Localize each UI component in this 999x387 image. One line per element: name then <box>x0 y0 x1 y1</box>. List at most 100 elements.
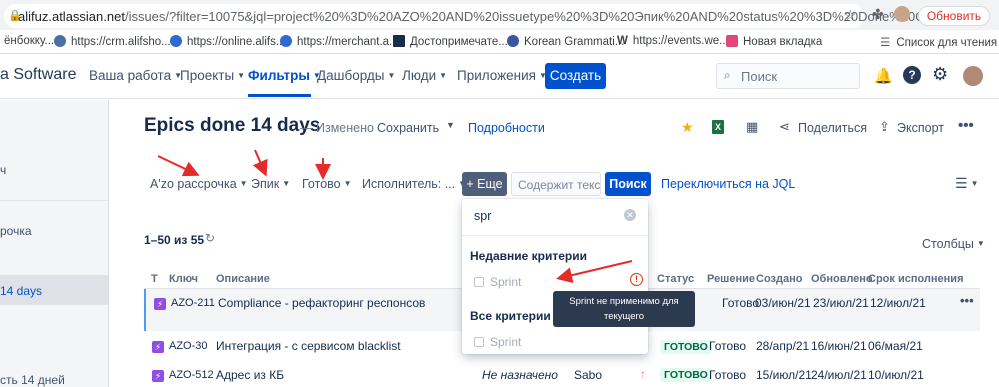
jira-top-nav: a Software Ваша работа ▼ Проекты ▼ Фильтры… <box>0 55 999 99</box>
row-actions-icon[interactable]: ••• <box>960 293 974 308</box>
issue-due: 12/июл/21 <box>870 296 926 310</box>
update-browser-button[interactable]: Обновить <box>918 6 990 26</box>
bookmark-item[interactable]: https://online.alifs... <box>170 35 285 48</box>
site-icon <box>507 35 519 47</box>
table-row[interactable]: ⚡ AZO-512 Адрес из КБ Не назначено Sabo … <box>144 362 980 387</box>
col-header-status[interactable]: Статус <box>657 273 694 285</box>
bookmark-item[interactable]: Whttps://events.we... <box>617 35 729 47</box>
sidebar-item[interactable]: рочка <box>0 224 32 238</box>
more-criteria-button[interactable]: + Еще <box>462 172 507 196</box>
user-avatar[interactable] <box>963 66 983 86</box>
extensions-icon[interactable]: ✤ <box>872 6 884 23</box>
nav-projects[interactable]: Проекты ▼ <box>180 68 245 83</box>
notifications-icon[interactable]: 🔔 <box>874 67 893 85</box>
issue-updated: 23/июл/21 <box>813 296 869 310</box>
issue-assignee: Не назначено <box>482 368 558 382</box>
bookmark-item[interactable]: https://merchant.a... <box>280 35 399 48</box>
filters-sidebar: ч рочка 14 days сть 14 дней <box>0 100 109 387</box>
filter-status[interactable]: Готово ▼ <box>302 177 352 191</box>
bookmark-item[interactable]: ёнбокку... <box>4 35 54 47</box>
issue-summary[interactable]: Адрес из КБ <box>216 368 284 382</box>
globe-icon <box>54 35 66 47</box>
export-icon[interactable]: ⇪ <box>879 119 890 135</box>
profile-avatar[interactable] <box>894 6 910 22</box>
sidebar-item-active[interactable]: 14 days <box>0 284 42 298</box>
nav-dashboards[interactable]: Дашборды ▼ <box>317 68 395 83</box>
issue-summary[interactable]: Интеграция - с сервисом blacklist <box>216 339 401 353</box>
criteria-option-sprint[interactable]: Sprint <box>474 335 521 349</box>
google-sheets-icon[interactable]: ▦ <box>746 119 758 135</box>
issue-resolution: Готово <box>709 368 747 382</box>
nav-apps[interactable]: Приложения ▼ <box>457 68 547 83</box>
col-header-created[interactable]: Создано <box>756 273 802 285</box>
recent-criteria-heading: Недавние критерии <box>470 249 587 263</box>
site-icon <box>170 35 182 47</box>
more-actions-icon[interactable]: ••• <box>958 117 974 134</box>
col-header-type[interactable]: T <box>151 273 158 285</box>
bookmarks-bar: ёнбокку... https://crm.alifsho... https:… <box>0 30 999 54</box>
save-button[interactable]: Сохранить <box>377 121 439 135</box>
filter-type[interactable]: Эпик ▼ <box>251 177 290 191</box>
settings-gear-icon[interactable]: ⚙ <box>932 64 948 85</box>
bookmark-item[interactable]: https://crm.alifsho... <box>54 35 171 48</box>
criteria-search-input[interactable]: spr <box>470 205 640 229</box>
col-header-resolution[interactable]: Решение <box>707 273 755 285</box>
excel-icon[interactable]: X <box>712 120 724 134</box>
criteria-option-sprint[interactable]: Sprint <box>474 275 521 289</box>
epic-icon: ⚡ <box>152 370 164 382</box>
col-header-updated[interactable]: Обновлено <box>811 273 873 285</box>
save-menu-chevron-icon[interactable]: ▼ <box>446 120 455 130</box>
star-bookmark-icon[interactable]: ☆ <box>844 7 857 24</box>
clear-search-icon[interactable]: ✕ <box>624 209 636 221</box>
export-button[interactable]: Экспорт <box>897 121 944 135</box>
issue-key[interactable]: AZO-211 <box>171 297 215 309</box>
bookmark-item[interactable]: Новая вкладка <box>726 35 822 48</box>
issue-created: 03/июн/21 <box>755 296 811 310</box>
share-button[interactable]: Поделиться <box>798 121 867 135</box>
search-button[interactable]: Поиск <box>605 172 651 196</box>
bookmark-item[interactable]: Korean Grammati... <box>507 35 624 48</box>
issue-key[interactable]: AZO-512 <box>169 369 214 381</box>
checkbox-icon <box>474 277 484 287</box>
col-header-key[interactable]: Ключ <box>169 273 198 285</box>
url-host: alifuz.atlassian.net <box>18 9 125 24</box>
col-header-due[interactable]: Срок исполнения <box>868 273 964 285</box>
contains-text-input[interactable]: Содержит текст <box>511 172 601 196</box>
share-icon[interactable]: ⋖ <box>779 119 790 135</box>
nav-people[interactable]: Люди ▼ <box>402 68 447 83</box>
refresh-icon[interactable]: ↻ <box>205 231 215 245</box>
nav-filters[interactable]: Фильтры ▼ <box>248 68 321 97</box>
nav-your-work[interactable]: Ваша работа ▼ <box>89 68 182 83</box>
help-icon[interactable]: ? <box>903 66 921 84</box>
columns-button[interactable]: Столбцы ▼ <box>922 237 985 251</box>
modified-indicator: — Изменено <box>300 121 374 135</box>
browser-url-bar: 🔒 alifuz.atlassian.net/issues/?filter=10… <box>0 0 999 30</box>
site-icon <box>280 35 292 47</box>
switch-to-jql-link[interactable]: Переключиться на JQL <box>661 177 795 191</box>
layout-switch-icon[interactable]: ☰ ▼ <box>955 175 978 192</box>
create-button[interactable]: Создать <box>545 63 606 89</box>
red-arrow <box>157 155 200 177</box>
global-search-input[interactable]: ⌕ Поиск <box>716 63 860 89</box>
filter-project[interactable]: A'zo рассрочка ▼ <box>150 177 248 191</box>
brand-logo-text[interactable]: a Software <box>0 66 76 84</box>
favourite-star-icon[interactable]: ★ <box>681 119 694 136</box>
site-icon <box>393 35 405 47</box>
reading-list-icon: ☰ <box>880 37 891 49</box>
address-bar[interactable]: 🔒 alifuz.atlassian.net/issues/?filter=10… <box>4 4 955 28</box>
details-link[interactable]: Подробности <box>468 121 545 135</box>
issue-due: 06/мая/21 <box>868 339 923 353</box>
results-count: 1–50 из 55 <box>144 233 205 247</box>
issue-created: 28/апр/21 <box>756 339 810 353</box>
filter-assignee[interactable]: Исполнитель: ...▼ <box>362 177 466 191</box>
col-header-summary[interactable]: Описание <box>216 273 270 285</box>
url-path: /issues/?filter=10075&jql=project%20%3D%… <box>124 9 955 24</box>
bookmark-reading-list[interactable]: ☰ Список для чтения <box>880 35 997 49</box>
sidebar-divider <box>0 200 108 201</box>
issue-key[interactable]: AZO-30 <box>169 340 208 352</box>
bookmark-item[interactable]: Достопримечате... <box>393 35 508 48</box>
sidebar-item[interactable]: сть 14 дней <box>0 373 65 387</box>
issue-summary[interactable]: Compliance - рефакторинг респонсов <box>218 296 425 310</box>
warning-icon[interactable]: ! <box>630 273 643 286</box>
sidebar-item[interactable]: ч <box>0 163 6 177</box>
